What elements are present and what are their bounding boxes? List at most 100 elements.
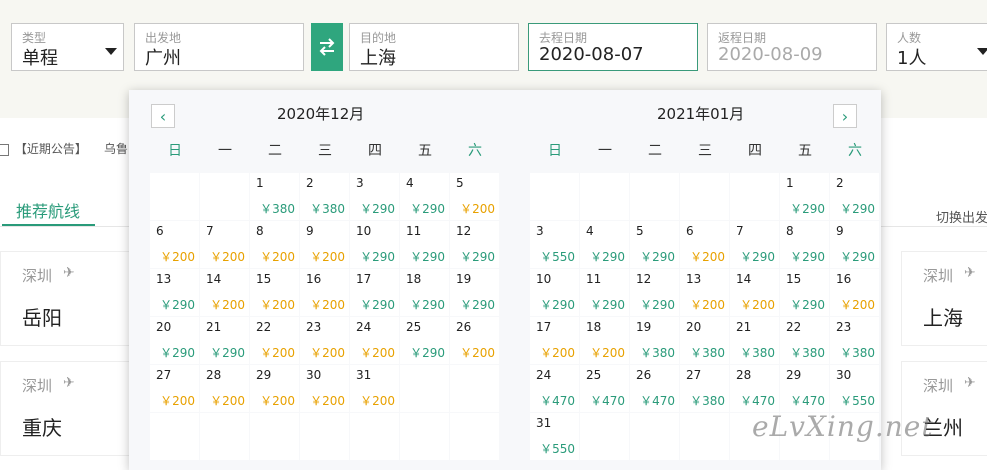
day-price: ￥290 (460, 298, 495, 312)
calendar-day[interactable]: 18 ￥200 (580, 317, 629, 364)
calendar-day[interactable]: 20 ￥380 (680, 317, 729, 364)
calendar-day[interactable]: 31 ￥550 (530, 413, 579, 460)
calendar-day[interactable]: 2 ￥380 (300, 173, 349, 220)
calendar-day[interactable]: 1 ￥380 (250, 173, 299, 220)
calendar-day[interactable]: 22 ￥380 (780, 317, 829, 364)
calendar-empty-cell (450, 413, 499, 460)
calendar-day[interactable]: 26 ￥200 (450, 317, 499, 364)
weekday-label: 三 (698, 143, 712, 159)
calendar-day[interactable]: 30 ￥200 (300, 365, 349, 412)
calendar-day[interactable]: 29 ￥200 (250, 365, 299, 412)
calendar-day[interactable]: 7 ￥200 (200, 221, 249, 268)
calendar-day[interactable]: 21 ￥290 (200, 317, 249, 364)
calendar-day[interactable]: 19 ￥380 (630, 317, 679, 364)
calendar-day[interactable]: 28 ￥470 (730, 365, 779, 412)
calendar-day[interactable]: 6 ￥200 (680, 221, 729, 268)
calendar-day[interactable]: 27 ￥200 (150, 365, 199, 412)
day-number: 18 (586, 320, 602, 334)
calendar-day[interactable]: 4 ￥290 (400, 173, 449, 220)
calendar-day[interactable]: 6 ￥200 (150, 221, 199, 268)
calendar-day[interactable]: 12 ￥290 (450, 221, 499, 268)
calendar-day[interactable]: 10 ￥290 (530, 269, 579, 316)
destination-field[interactable]: 目的地 上海 (349, 23, 519, 71)
day-price: ￥550 (540, 442, 575, 456)
calendar-day[interactable]: 25 ￥470 (580, 365, 629, 412)
calendar-day[interactable]: 11 ￥290 (580, 269, 629, 316)
calendar-day[interactable]: 25 ￥290 (400, 317, 449, 364)
day-price: ￥290 (460, 250, 495, 264)
calendar-day[interactable]: 7 ￥290 (730, 221, 779, 268)
chevron-right-icon: › (841, 106, 849, 126)
origin-field[interactable]: 出发地 广州 (134, 23, 304, 71)
calendar-day[interactable]: 13 ￥200 (680, 269, 729, 316)
calendar-day[interactable]: 8 ￥290 (780, 221, 829, 268)
calendar-day[interactable]: 17 ￥200 (530, 317, 579, 364)
calendar-day[interactable]: 1 ￥290 (780, 173, 829, 220)
passenger-count-select[interactable]: 人数 1人 (886, 23, 987, 71)
day-number: 26 (456, 320, 472, 334)
calendar-day[interactable]: 15 ￥200 (250, 269, 299, 316)
calendar-day[interactable]: 26 ￥470 (630, 365, 679, 412)
prev-month-button[interactable]: ‹ (151, 104, 175, 128)
tab-recommended-routes[interactable]: 推荐航线 (16, 198, 80, 222)
calendar-day[interactable]: 14 ￥200 (200, 269, 249, 316)
calendar-day[interactable]: 3 ￥290 (350, 173, 399, 220)
calendar-day[interactable]: 27 ￥380 (680, 365, 729, 412)
day-number: 2 (306, 176, 314, 190)
notice-text[interactable]: 乌鲁 (104, 140, 128, 157)
day-number: 17 (356, 272, 372, 286)
calendar-day[interactable]: 5 ￥290 (630, 221, 679, 268)
chevron-down-icon (977, 48, 987, 55)
calendar-day[interactable]: 12 ￥290 (630, 269, 679, 316)
day-price: ￥200 (160, 394, 195, 408)
calendar-day[interactable]: 4 ￥290 (580, 221, 629, 268)
calendar-day[interactable]: 2 ￥290 (830, 173, 879, 220)
day-number: 15 (256, 272, 272, 286)
day-price: ￥470 (790, 394, 825, 408)
calendar-day[interactable]: 9 ￥200 (300, 221, 349, 268)
return-date-field[interactable]: 返程日期 2020-08-09 (707, 23, 877, 71)
calendar-day[interactable]: 10 ￥290 (350, 221, 399, 268)
calendar-day[interactable]: 17 ￥290 (350, 269, 399, 316)
calendar-day[interactable]: 31 ￥200 (350, 365, 399, 412)
calendar-day[interactable]: 20 ￥290 (150, 317, 199, 364)
calendar-day[interactable]: 29 ￥470 (780, 365, 829, 412)
day-price: ￥200 (160, 250, 195, 264)
day-price: ￥290 (160, 298, 195, 312)
calendar-day[interactable]: 22 ￥200 (250, 317, 299, 364)
day-price: ￥200 (210, 298, 245, 312)
swap-cities-button[interactable] (311, 23, 343, 71)
day-price: ￥200 (460, 346, 495, 360)
calendar-day[interactable]: 23 ￥380 (830, 317, 879, 364)
calendar-day[interactable]: 24 ￥200 (350, 317, 399, 364)
depart-date-field[interactable]: 去程日期 2020-08-07 (528, 23, 698, 71)
calendar-empty-cell (150, 173, 199, 220)
calendar-day[interactable]: 5 ￥200 (450, 173, 499, 220)
route-card[interactable]: 深圳 ✈ 重庆 (0, 361, 130, 456)
calendar-day[interactable]: 23 ￥200 (300, 317, 349, 364)
calendar-day[interactable]: 16 ￥200 (300, 269, 349, 316)
next-month-button[interactable]: › (833, 104, 857, 128)
day-price: ￥290 (160, 346, 195, 360)
calendar-day[interactable]: 18 ￥290 (400, 269, 449, 316)
calendar-day[interactable]: 30 ￥550 (830, 365, 879, 412)
day-number: 22 (256, 320, 272, 334)
weekday-label: 四 (368, 143, 382, 159)
calendar-day[interactable]: 3 ￥550 (530, 221, 579, 268)
switch-departure-link[interactable]: 切换出发 (936, 207, 987, 226)
calendar-day[interactable]: 11 ￥290 (400, 221, 449, 268)
calendar-day[interactable]: 13 ￥290 (150, 269, 199, 316)
day-number: 19 (636, 320, 652, 334)
calendar-day[interactable]: 28 ￥200 (200, 365, 249, 412)
calendar-day[interactable]: 14 ￥200 (730, 269, 779, 316)
calendar-day[interactable]: 21 ￥380 (730, 317, 779, 364)
calendar-day[interactable]: 9 ￥290 (830, 221, 879, 268)
trip-type-select[interactable]: 类型 单程 (11, 23, 124, 71)
calendar-day[interactable]: 8 ￥200 (250, 221, 299, 268)
calendar-day[interactable]: 16 ￥200 (830, 269, 879, 316)
route-card[interactable]: 深圳 ✈ 岳阳 (0, 251, 130, 346)
route-card[interactable]: 深圳 ✈ 上海 (901, 251, 987, 346)
calendar-day[interactable]: 19 ￥290 (450, 269, 499, 316)
calendar-day[interactable]: 15 ￥290 (780, 269, 829, 316)
calendar-day[interactable]: 24 ￥470 (530, 365, 579, 412)
